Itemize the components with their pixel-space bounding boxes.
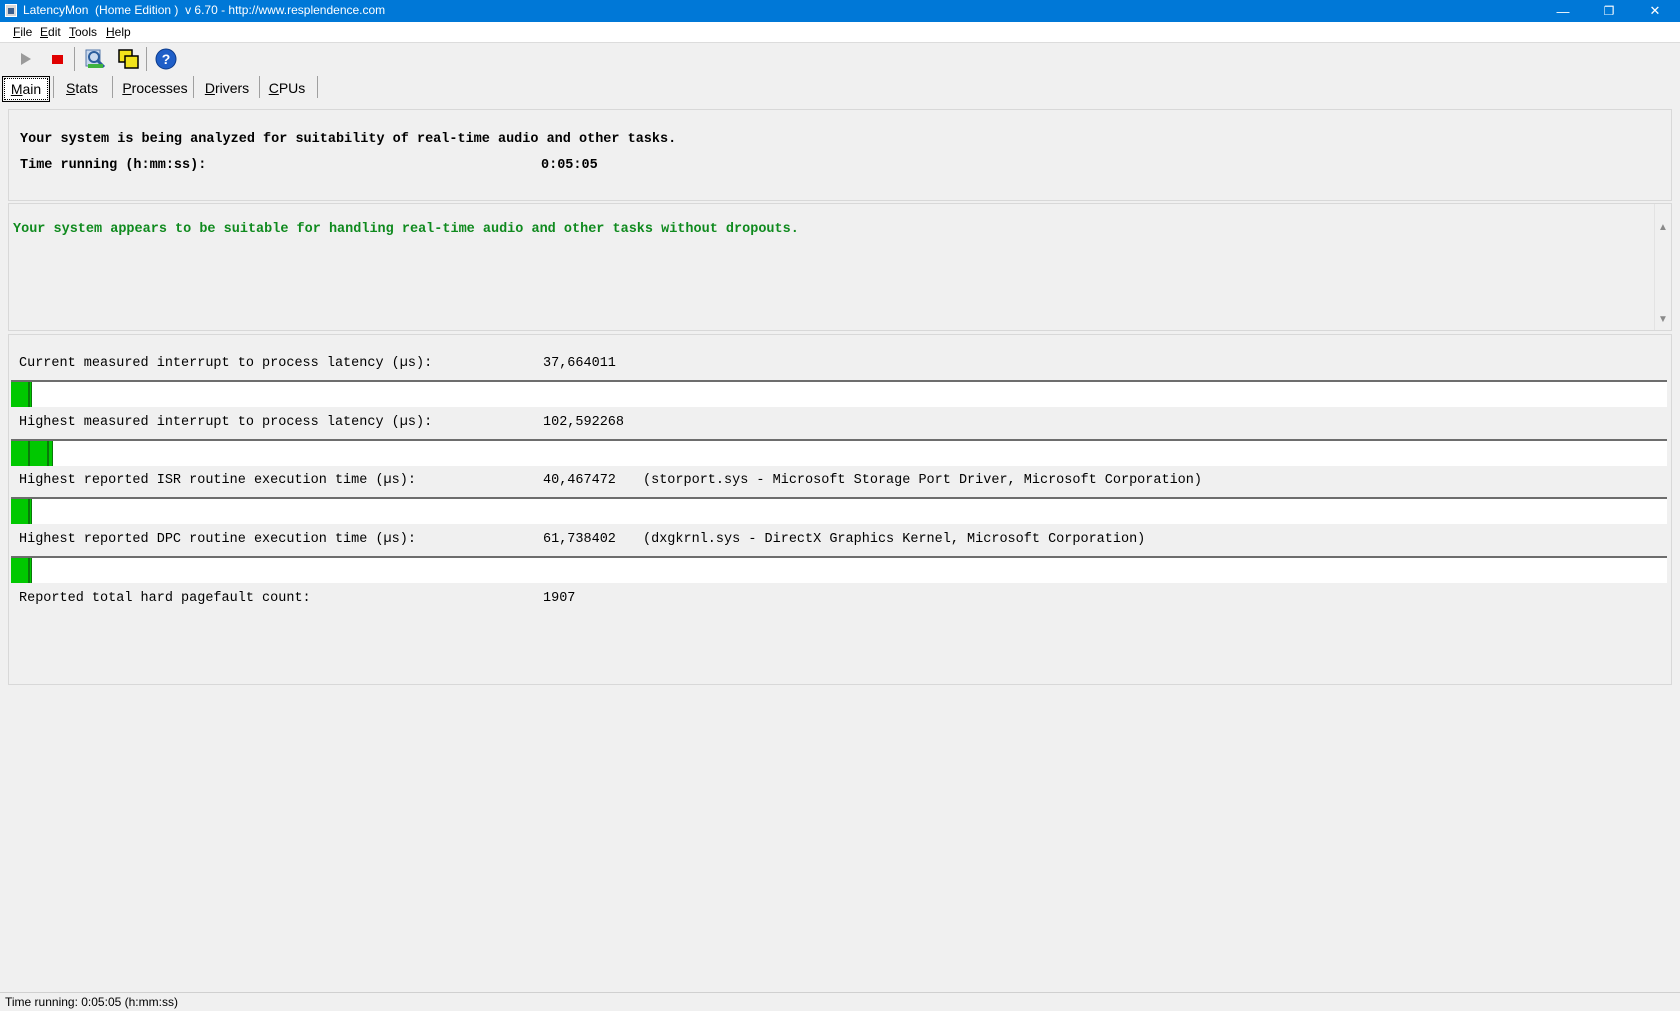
toolbar: ?: [0, 44, 1680, 74]
window-title: LatencyMon (Home Edition ) v 6.70 - http…: [23, 3, 386, 17]
highest-latency-bar: [11, 439, 1667, 466]
tab-separator: [193, 76, 194, 98]
tab-separator: [317, 76, 318, 98]
current-latency-value: 37,664011: [543, 356, 616, 371]
tab-drivers[interactable]: Drivers: [199, 78, 255, 98]
dpc-driver-detail: (dxgkrnl.sys - DirectX Graphics Kernel, …: [643, 532, 1146, 547]
title-bar: LatencyMon (Home Edition ) v 6.70 - http…: [0, 0, 1680, 22]
verdict-text: Your system appears to be suitable for h…: [13, 222, 799, 237]
tab-main[interactable]: Main: [2, 76, 50, 102]
time-running-label: Time running (h:mm:ss):: [20, 158, 207, 173]
tab-stats[interactable]: Stats: [60, 78, 104, 98]
analysis-description: Your system is being analyzed for suitab…: [20, 132, 677, 147]
close-button[interactable]: ✕: [1632, 0, 1678, 22]
highest-latency-bar-fill: [11, 441, 53, 466]
menu-help[interactable]: Help: [106, 25, 131, 39]
metrics-panel: Current measured interrupt to process la…: [8, 334, 1672, 685]
dpc-time-value: 61,738402: [543, 532, 616, 547]
dpc-time-label: Highest reported DPC routine execution t…: [19, 532, 416, 547]
highest-latency-value: 102,592268: [543, 415, 625, 430]
tab-bar: Main Stats Processes Drivers CPUs: [0, 74, 1680, 102]
scroll-up-icon[interactable]: ▲: [1658, 222, 1668, 233]
isr-driver-detail: (storport.sys - Microsoft Storage Port D…: [643, 473, 1202, 488]
tab-separator: [112, 76, 113, 98]
isr-time-bar-fill: [11, 499, 32, 524]
analyze-button[interactable]: [83, 47, 107, 71]
copy-windows-button[interactable]: [116, 47, 140, 71]
dpc-time-bar-fill: [11, 558, 32, 583]
menu-file[interactable]: File: [13, 25, 32, 39]
menu-edit[interactable]: Edit: [40, 25, 61, 39]
toolbar-separator: [146, 47, 147, 71]
svg-text:?: ?: [162, 51, 171, 67]
analyze-icon: [85, 49, 106, 69]
start-button[interactable]: [13, 47, 37, 71]
tab-separator: [259, 76, 260, 98]
status-text: Time running: 0:05:05 (h:mm:ss): [5, 995, 178, 1009]
tab-processes[interactable]: Processes: [118, 78, 192, 98]
pagefault-value: 1907: [543, 591, 576, 606]
current-latency-bar: [11, 380, 1667, 407]
verdict-scrollbar[interactable]: ▲ ▼: [1654, 204, 1671, 330]
current-latency-bar-fill: [11, 382, 32, 407]
scroll-down-icon[interactable]: ▼: [1658, 314, 1668, 325]
app-icon: [5, 4, 17, 17]
restore-button[interactable]: ❐: [1586, 0, 1632, 22]
minimize-button[interactable]: —: [1540, 0, 1586, 22]
isr-time-label: Highest reported ISR routine execution t…: [19, 473, 416, 488]
toolbar-separator: [74, 47, 75, 71]
status-bar: Time running: 0:05:05 (h:mm:ss): [0, 992, 1680, 1011]
stop-icon: [52, 55, 63, 64]
menu-bar: File Edit Tools Help: [0, 22, 1680, 43]
help-icon: ?: [155, 48, 177, 70]
verdict-panel: Your system appears to be suitable for h…: [8, 203, 1672, 331]
dpc-time-bar: [11, 556, 1667, 583]
highest-latency-label: Highest measured interrupt to process la…: [19, 415, 433, 430]
tab-cpus[interactable]: CPUs: [265, 78, 309, 98]
stop-button[interactable]: [45, 47, 69, 71]
isr-time-value: 40,467472: [543, 473, 616, 488]
isr-time-bar: [11, 497, 1667, 524]
analysis-header-panel: Your system is being analyzed for suitab…: [8, 109, 1672, 201]
current-latency-label: Current measured interrupt to process la…: [19, 356, 433, 371]
help-button[interactable]: ?: [154, 47, 178, 71]
menu-tools[interactable]: Tools: [69, 25, 97, 39]
time-running-value: 0:05:05: [541, 158, 598, 173]
play-icon: [21, 53, 31, 65]
pagefault-label: Reported total hard pagefault count:: [19, 591, 311, 606]
copy-windows-icon: [118, 49, 139, 69]
tab-separator: [53, 76, 54, 98]
